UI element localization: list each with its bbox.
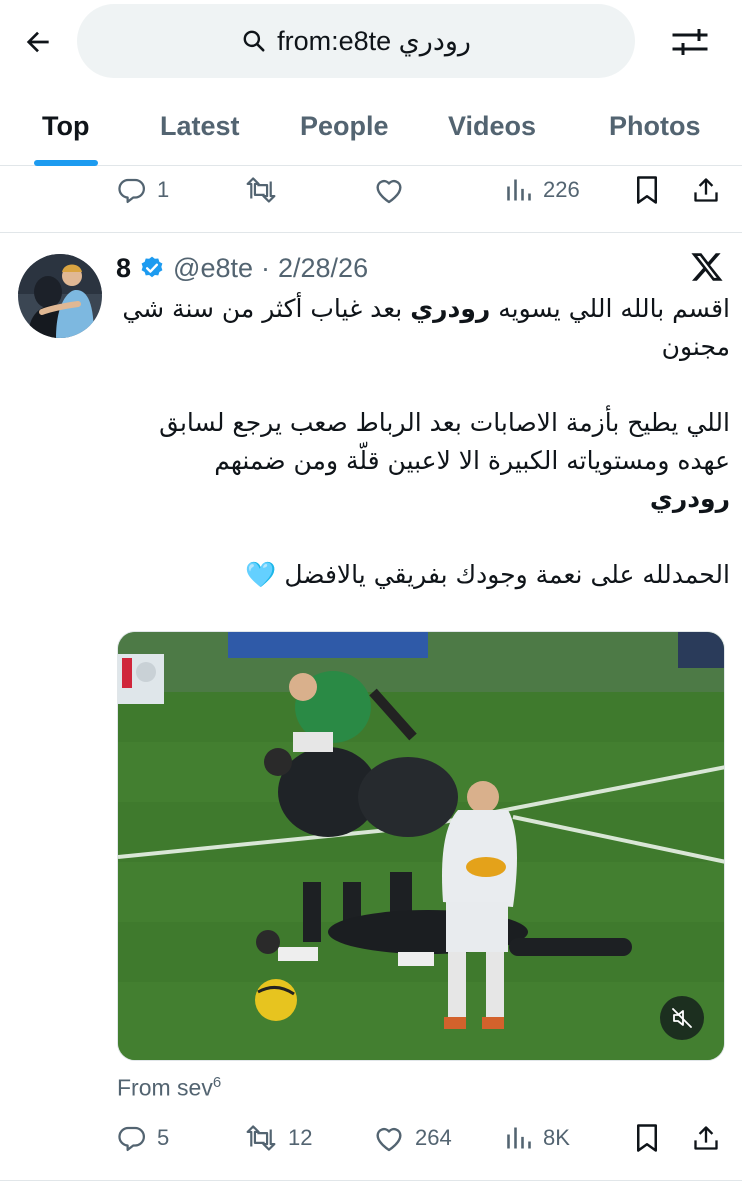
bottom-divider: [0, 1180, 742, 1181]
verified-badge-icon: [141, 256, 163, 278]
tab-photos[interactable]: Photos: [609, 86, 701, 166]
avatar-photo: [18, 254, 102, 338]
mute-toggle-button[interactable]: [660, 996, 704, 1040]
tweet-actions: 5 12 264 8K: [0, 1113, 742, 1163]
repost-icon: [246, 1125, 276, 1151]
search-tabs: Top Latest People Videos Photos: [0, 86, 742, 166]
like-button[interactable]: 264: [373, 1113, 452, 1163]
search-filter-button[interactable]: [668, 22, 712, 62]
tweet-text: اقسم بالله اللي يسويه رودري بعد غياب أكث…: [120, 290, 730, 594]
tweet-video[interactable]: [117, 631, 725, 1061]
bookmark-button[interactable]: [634, 1113, 660, 1163]
views-button[interactable]: 8K: [505, 1113, 570, 1163]
heart-icon: [376, 1127, 402, 1152]
repost-button[interactable]: [244, 165, 278, 215]
share-icon: [694, 178, 718, 202]
tweet-date[interactable]: 2/28/26: [278, 253, 368, 284]
bar-chart-icon: [507, 179, 531, 201]
handle[interactable]: @e8te: [173, 253, 253, 284]
tweet-paragraph-3: الحمدلله على نعمة وجودك بفريقي يالافضل 🩵: [245, 560, 730, 589]
video-frame: [118, 632, 724, 1060]
repost-button[interactable]: 12: [244, 1113, 312, 1163]
tweet-divider: [0, 232, 742, 233]
like-button[interactable]: [373, 165, 405, 215]
previous-tweet-actions: 1 226: [0, 165, 742, 215]
tweet-paragraph-1: اقسم بالله اللي يسويه رودري بعد غياب أكث…: [122, 294, 730, 361]
reply-button[interactable]: 5: [117, 1113, 169, 1163]
tab-videos[interactable]: Videos: [448, 86, 536, 166]
bookmark-icon: [637, 176, 657, 204]
tab-latest[interactable]: Latest: [160, 86, 240, 166]
search-input[interactable]: from:e8te رودري: [77, 4, 635, 78]
bar-chart-icon: [507, 1127, 531, 1149]
share-button[interactable]: [692, 1113, 720, 1163]
repost-icon: [246, 177, 276, 203]
muted-speaker-icon: [672, 1008, 692, 1028]
views-button[interactable]: 226: [505, 165, 580, 215]
search-query: from:e8te رودري: [277, 25, 471, 56]
tweet-paragraph-2: اللي يطيح بأزمة الاصابات بعد الرباط صعب …: [159, 408, 730, 513]
display-name[interactable]: 8: [116, 253, 131, 284]
reply-icon: [118, 178, 145, 203]
share-button[interactable]: [692, 165, 720, 215]
back-button[interactable]: [18, 22, 58, 62]
avatar[interactable]: [18, 254, 102, 338]
reply-icon: [118, 1126, 145, 1151]
bookmark-button[interactable]: [634, 165, 660, 215]
separator: ·: [261, 252, 270, 283]
search-icon: [243, 30, 265, 52]
reply-button[interactable]: 1: [117, 165, 169, 215]
bookmark-icon: [637, 1124, 657, 1152]
share-icon: [694, 1126, 718, 1150]
x-logo-icon[interactable]: [690, 250, 724, 284]
top-bar: from:e8te رودري: [0, 0, 742, 86]
sliders-icon: [672, 29, 708, 55]
media-source-link[interactable]: From sev6: [117, 1074, 221, 1102]
tweet-header: 8 @e8te · 2/28/26: [116, 248, 368, 288]
arrow-left-icon: [26, 31, 49, 53]
heart-icon: [376, 179, 402, 204]
tab-people[interactable]: People: [300, 86, 389, 166]
tab-top[interactable]: Top: [42, 86, 89, 166]
light-blue-heart-emoji: 🩵: [245, 560, 277, 589]
